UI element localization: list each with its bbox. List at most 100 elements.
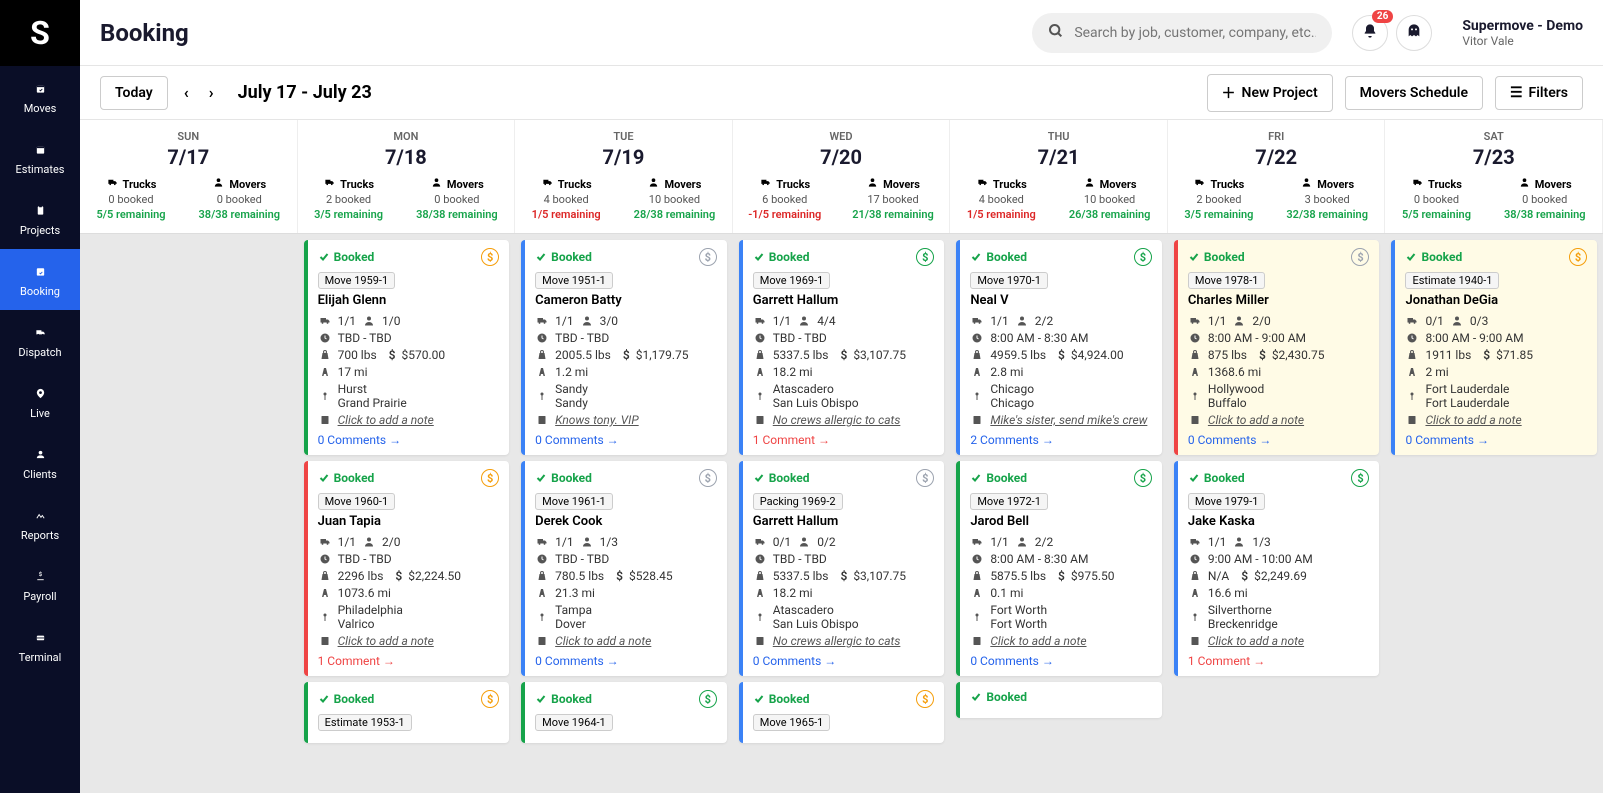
note-link[interactable]: Click to add a note: [338, 634, 434, 648]
search-icon: [1048, 23, 1064, 43]
person-icon: [1015, 315, 1029, 327]
terminal-icon: [30, 627, 50, 647]
comments-link[interactable]: 0 Comments →: [970, 654, 1152, 668]
note-link[interactable]: Click to add a note: [990, 634, 1086, 648]
nav-projects[interactable]: Projects: [0, 188, 80, 249]
comments-link[interactable]: 0 Comments →: [1188, 433, 1370, 447]
nav-clients[interactable]: Clients: [0, 432, 80, 493]
status-badge: Booked: [970, 250, 1027, 264]
week-header: SUN 7/17 Trucks0 booked5/5 remaining Mov…: [80, 120, 1603, 234]
movers-label: Movers: [866, 177, 920, 191]
clock-icon: [1188, 553, 1202, 565]
job-card[interactable]: Booked$ Estimate 1940-1 Jonathan DeGia 0…: [1391, 240, 1597, 455]
filters-button[interactable]: ☰Filters: [1495, 76, 1583, 110]
job-card[interactable]: Booked$ Packing 1969-2 Garrett Hallum 0/…: [739, 461, 945, 676]
prev-week-button[interactable]: ‹: [180, 79, 193, 106]
logo: S: [0, 0, 80, 66]
comments-link[interactable]: 2 Comments →: [970, 433, 1152, 447]
note-link[interactable]: Mike's sister, send mike's crew: [990, 413, 1147, 427]
dollar-icon: $: [481, 690, 499, 708]
moves-icon: [30, 78, 50, 98]
note-icon: [1188, 414, 1202, 426]
status-badge: Booked: [535, 471, 592, 485]
road-icon: [535, 587, 549, 599]
job-card[interactable]: Booked: [956, 682, 1162, 718]
movers-label: Movers: [647, 177, 701, 191]
nav-payroll[interactable]: $Payroll: [0, 554, 80, 615]
user-info[interactable]: Supermove - Demo Vitor Vale: [1462, 18, 1583, 48]
comments-link[interactable]: 0 Comments →: [535, 654, 717, 668]
pin-icon: [753, 390, 767, 402]
clock-icon: [970, 332, 984, 344]
truck-icon: [1188, 315, 1202, 327]
nav-terminal[interactable]: Terminal: [0, 615, 80, 676]
job-card[interactable]: Booked$ Move 1961-1 Derek Cook 1/11/3 TB…: [521, 461, 727, 676]
customer-name: Jake Kaska: [1188, 514, 1370, 529]
note-link[interactable]: Knows tony. VIP: [555, 413, 639, 427]
dollar-sign-icon: $: [623, 348, 630, 362]
comments-link[interactable]: 1 Comment →: [1188, 654, 1370, 668]
comments-link[interactable]: 0 Comments →: [535, 433, 717, 447]
nav-reports[interactable]: Reports: [0, 493, 80, 554]
board-column: Booked$ Move 1978-1 Charles Miller 1/12/…: [1168, 234, 1386, 793]
note-link[interactable]: Click to add a note: [338, 413, 434, 427]
trucks-label: Trucks: [1193, 177, 1244, 191]
job-card[interactable]: Booked$Move 1964-1: [521, 682, 727, 743]
nav-live[interactable]: Live: [0, 371, 80, 432]
clients-icon: [30, 444, 50, 464]
movers-schedule-button[interactable]: Movers Schedule: [1345, 76, 1483, 110]
nav-moves[interactable]: Moves: [0, 66, 80, 127]
job-card[interactable]: Booked$ Move 1978-1 Charles Miller 1/12/…: [1174, 240, 1380, 455]
customer-name: Cameron Batty: [535, 293, 717, 308]
comments-link[interactable]: 1 Comment →: [753, 433, 935, 447]
note-link[interactable]: Click to add a note: [555, 634, 651, 648]
booking-icon: [30, 261, 50, 281]
job-card[interactable]: Booked$ Move 1951-1 Cameron Batty 1/13/0…: [521, 240, 727, 455]
nav-dispatch[interactable]: Dispatch: [0, 310, 80, 371]
note-link[interactable]: No crews allergic to cats: [773, 634, 901, 648]
new-project-button[interactable]: ＋New Project: [1207, 74, 1333, 112]
job-card[interactable]: Booked$ Move 1969-1 Garrett Hallum 1/14/…: [739, 240, 945, 455]
note-icon: [970, 635, 984, 647]
job-card[interactable]: Booked$ Move 1970-1 Neal V 1/12/2 8:00 A…: [956, 240, 1162, 455]
comments-link[interactable]: 0 Comments →: [753, 654, 935, 668]
comments-link[interactable]: 1 Comment →: [318, 654, 500, 668]
notifications-button[interactable]: 26: [1352, 15, 1388, 51]
search-box[interactable]: [1032, 13, 1332, 53]
ghost-button[interactable]: [1396, 15, 1432, 51]
comments-link[interactable]: 0 Comments →: [1405, 433, 1587, 447]
note-link[interactable]: Click to add a note: [1208, 634, 1304, 648]
note-link[interactable]: Click to add a note: [1425, 413, 1521, 427]
clock-icon: [970, 553, 984, 565]
dollar-sign-icon: $: [1241, 569, 1248, 583]
truck-icon: [1188, 536, 1202, 548]
user-name: Vitor Vale: [1462, 34, 1583, 48]
job-card[interactable]: Booked$ Move 1979-1 Jake Kaska 1/11/3 9:…: [1174, 461, 1380, 676]
job-card[interactable]: Booked$ Move 1960-1 Juan Tapia 1/12/0 TB…: [304, 461, 510, 676]
weight-icon: [753, 570, 767, 582]
board[interactable]: Booked$ Move 1959-1 Elijah Glenn 1/11/0 …: [80, 234, 1603, 793]
dollar-icon: $: [481, 469, 499, 487]
job-card[interactable]: Booked$ Move 1972-1 Jarod Bell 1/12/2 8:…: [956, 461, 1162, 676]
note-link[interactable]: No crews allergic to cats: [773, 413, 901, 427]
board-column: Booked$ Move 1970-1 Neal V 1/12/2 8:00 A…: [950, 234, 1168, 793]
status-badge: Booked: [970, 690, 1027, 704]
weight-icon: [970, 570, 984, 582]
pin-icon: [535, 390, 549, 402]
comments-link[interactable]: 0 Comments →: [318, 433, 500, 447]
page-title: Booking: [100, 19, 189, 47]
today-button[interactable]: Today: [100, 76, 168, 110]
nav-booking[interactable]: Booking: [0, 249, 80, 310]
note-link[interactable]: Click to add a note: [1208, 413, 1304, 427]
job-card[interactable]: Booked$Move 1965-1: [739, 682, 945, 743]
dollar-icon: $: [1569, 248, 1587, 266]
bell-icon: [1362, 23, 1378, 43]
filter-icon: ☰: [1510, 85, 1523, 101]
next-week-button[interactable]: ›: [205, 79, 218, 106]
job-tag: Move 1978-1: [1188, 272, 1266, 289]
search-input[interactable]: [1074, 25, 1316, 41]
job-card[interactable]: Booked$ Move 1959-1 Elijah Glenn 1/11/0 …: [304, 240, 510, 455]
nav-estimates[interactable]: Estimates: [0, 127, 80, 188]
job-card[interactable]: Booked$Estimate 1953-1: [304, 682, 510, 743]
movers-label: Movers: [430, 177, 484, 191]
